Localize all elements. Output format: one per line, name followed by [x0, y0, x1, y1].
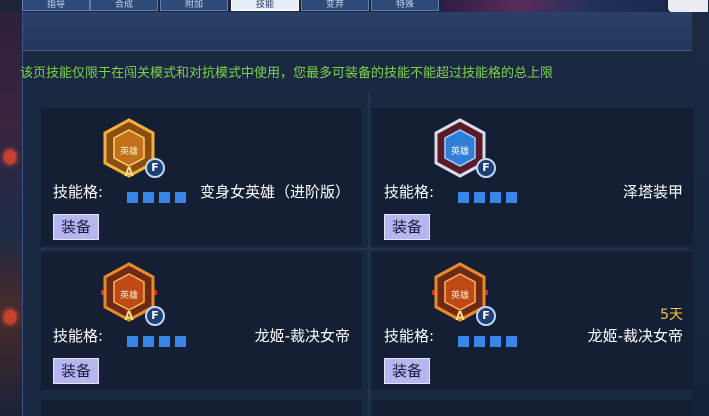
f-key-icon: F: [145, 306, 165, 326]
slot-square: [143, 336, 154, 347]
slot-square: [175, 336, 186, 347]
rank-letter: A: [124, 165, 134, 179]
slot-label: 技能格:: [384, 327, 435, 345]
skill-card-partial: [372, 400, 693, 416]
f-key-icon: F: [145, 158, 165, 178]
badge-text: 英雄: [451, 289, 469, 301]
slot-square: [143, 192, 154, 203]
rank-letter: A: [124, 309, 134, 323]
tab-compose[interactable]: 合成: [90, 0, 158, 11]
badge-text: 英雄: [451, 145, 469, 157]
right-background-art: [691, 0, 709, 416]
tab-skills[interactable]: 技能: [231, 0, 299, 11]
skill-card-partial: [41, 400, 362, 416]
left-background-art: [0, 0, 22, 416]
slot-square: [458, 336, 469, 347]
slot-indicator: [127, 332, 191, 351]
slot-square: [127, 192, 138, 203]
tab-guide[interactable]: 指导: [22, 0, 90, 11]
skill-name: 龙姬-裁决女帝: [254, 327, 350, 345]
slot-indicator: [458, 188, 522, 207]
equip-button[interactable]: 装备: [53, 214, 99, 240]
slot-square: [490, 192, 501, 203]
skill-card: 英雄 A F 5天 技能格: 龙姬-裁决女帝 装备: [372, 252, 693, 390]
equip-button[interactable]: 装备: [384, 358, 430, 384]
f-key-icon: F: [476, 306, 496, 326]
panel-header: [23, 12, 692, 51]
tab-attach[interactable]: 附加: [160, 0, 228, 11]
top-right-button[interactable]: [668, 0, 708, 12]
slot-square: [490, 336, 501, 347]
slot-square: [159, 336, 170, 347]
slot-indicator: [127, 188, 191, 207]
slot-label: 技能格:: [53, 183, 104, 201]
slot-square: [506, 192, 517, 203]
skill-card: 英雄 A F 技能格: 龙姬-裁决女帝 装备: [41, 252, 362, 390]
divider: [368, 92, 370, 416]
rank-letter: A: [455, 309, 465, 323]
slot-indicator: [458, 332, 522, 351]
tab-change[interactable]: 变弃: [301, 0, 369, 11]
slot-label: 技能格:: [384, 183, 435, 201]
f-key-icon: F: [476, 158, 496, 178]
banner-image: [442, 0, 666, 12]
skill-card: 英雄 A F 技能格: 变身女英雄（进阶版） 装备: [41, 108, 362, 246]
slot-label: 技能格:: [53, 327, 104, 345]
slot-square: [506, 336, 517, 347]
skill-usage-notice: 该页技能仅限于在闯关模式和对抗模式中使用，您最多可装备的技能不能超过技能格的总上…: [20, 66, 554, 81]
skill-name: 泽塔装甲: [622, 183, 683, 201]
badge-text: 英雄: [120, 145, 138, 157]
divider: [40, 248, 688, 250]
slot-square: [474, 192, 485, 203]
slot-square: [474, 336, 485, 347]
lantern-icon: [4, 150, 16, 164]
skill-card: 英雄 F 技能格: 泽塔装甲 装备: [372, 108, 693, 246]
skill-name: 龙姬-裁决女帝: [587, 327, 683, 345]
slot-square: [458, 192, 469, 203]
lantern-icon: [4, 310, 16, 324]
equip-button[interactable]: 装备: [384, 214, 430, 240]
slot-square: [175, 192, 186, 203]
equip-button[interactable]: 装备: [53, 358, 99, 384]
skill-name: 变身女英雄（进阶版）: [199, 183, 350, 201]
slot-square: [127, 336, 138, 347]
slot-square: [159, 192, 170, 203]
duration-badge: 5天: [660, 307, 683, 323]
tab-bar: 指导 合成 附加 技能 变弃 特殊: [0, 0, 709, 12]
tab-special[interactable]: 特殊: [371, 0, 439, 11]
badge-text: 英雄: [120, 289, 138, 301]
